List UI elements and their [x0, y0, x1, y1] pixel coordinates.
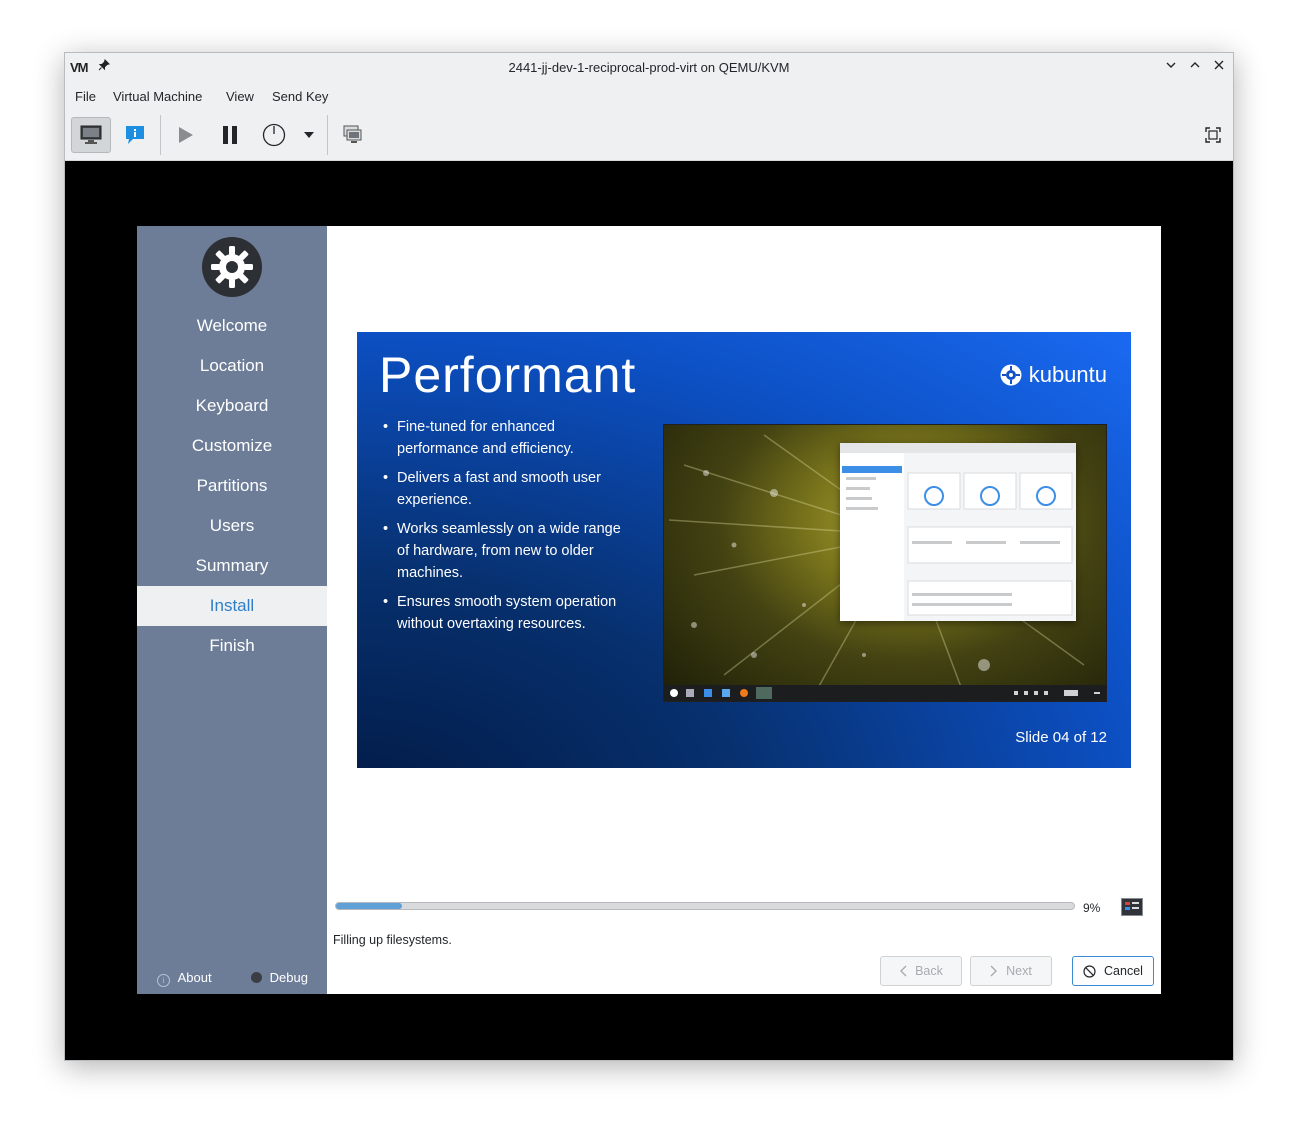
menu-send-key[interactable]: Send Key — [272, 89, 328, 104]
system-monitor-mock — [840, 443, 1076, 621]
menu-file[interactable]: File — [75, 89, 96, 104]
cancel-icon — [1083, 964, 1096, 978]
debug-label: Debug — [269, 970, 308, 985]
slide: Performant kubuntu • Fine-tuned for enha… — [357, 332, 1131, 768]
taskbar-icons — [670, 687, 1100, 699]
toolbar — [65, 111, 1233, 161]
shutdown-menu-button[interactable] — [291, 117, 327, 153]
caret-down-icon — [304, 132, 314, 138]
cancel-label: Cancel — [1104, 964, 1143, 978]
feature-item: Ensures smooth system operation without … — [383, 591, 629, 635]
cancel-button[interactable]: Cancel — [1072, 956, 1154, 986]
slide-title: Performant — [379, 347, 637, 403]
pause-button[interactable] — [210, 117, 250, 153]
desktop-taskbar — [664, 685, 1106, 701]
snapshots-button[interactable] — [333, 117, 373, 153]
next-label: Next — [1006, 964, 1032, 978]
chevron-right-icon — [990, 965, 998, 977]
snapshot-icon — [343, 125, 362, 143]
step-welcome: Welcome — [196, 316, 268, 335]
play-icon — [179, 127, 193, 143]
step-install: Install — [137, 586, 327, 626]
next-button[interactable]: Next — [970, 956, 1052, 986]
feature-item: Delivers a fast and smooth user experien… — [383, 467, 629, 511]
debug-button[interactable]: Debug — [251, 970, 308, 985]
monitor-icon — [80, 125, 102, 144]
feature-list: Fine-tuned for enhanced performance and … — [383, 416, 629, 642]
feature-item: Works seamlessly on a wide range of hard… — [383, 518, 629, 584]
run-button[interactable] — [165, 117, 205, 153]
debug-icon — [251, 972, 262, 983]
fullscreen-icon — [1205, 127, 1221, 143]
window-title: 2441-jj-dev-1-reciprocal-prod-virt on QE… — [508, 60, 790, 75]
step-users: Users — [209, 516, 255, 535]
title-bar[interactable]: VM 2441-jj-dev-1-reciprocal-prod-virt on… — [65, 53, 1233, 83]
step-location: Location — [199, 356, 265, 375]
step-customize: Customize — [191, 436, 273, 455]
step-summary: Summary — [195, 556, 269, 575]
menu-virtual-machine[interactable]: Virtual Machine — [113, 89, 202, 104]
kubuntu-brand: kubuntu — [1000, 362, 1107, 388]
maximize-icon[interactable] — [1186, 58, 1204, 76]
slideshow-area: Performant kubuntu • Fine-tuned for enha… — [333, 232, 1155, 878]
step-partitions: Partitions — [196, 476, 268, 495]
toolbar-separator — [160, 115, 161, 155]
desktop-screenshot — [663, 424, 1107, 702]
progress-fill — [336, 903, 403, 909]
terminal-icon — [1125, 902, 1139, 910]
installer-sidebar: Welcome Location Keyboard Customize Part… — [137, 226, 327, 994]
chevron-left-icon — [900, 965, 907, 977]
progress-percent: 9% — [1083, 901, 1101, 915]
info-bubble-icon — [126, 126, 144, 144]
toolbar-separator — [327, 115, 328, 155]
guest-display[interactable]: Welcome Location Keyboard Customize Part… — [137, 226, 1161, 994]
close-icon[interactable] — [1210, 58, 1228, 76]
brand-name: kubuntu — [1028, 362, 1107, 387]
about-button[interactable]: i About — [157, 970, 212, 987]
vm-viewer-window: VM 2441-jj-dev-1-reciprocal-prod-virt on… — [64, 52, 1234, 1061]
power-icon — [262, 123, 286, 147]
kubuntu-installer-logo — [201, 236, 263, 303]
back-label: Back — [915, 964, 943, 978]
slide-counter: Slide 04 of 12 — [1015, 729, 1107, 746]
system-monitor-window — [840, 443, 1076, 621]
about-label: About — [177, 970, 212, 985]
toggle-log-button[interactable] — [1121, 898, 1143, 916]
feature-item: Fine-tuned for enhanced performance and … — [383, 416, 629, 460]
minimize-icon[interactable] — [1162, 58, 1180, 76]
step-finish: Finish — [209, 636, 255, 655]
install-progress-bar — [335, 902, 1075, 910]
fullscreen-button[interactable] — [1193, 117, 1233, 153]
console-view-button[interactable] — [71, 117, 111, 153]
info-icon: i — [157, 974, 170, 987]
back-button[interactable]: Back — [880, 956, 962, 986]
pause-icon — [223, 126, 237, 144]
step-keyboard: Keyboard — [195, 396, 269, 415]
details-view-button[interactable] — [115, 117, 155, 153]
shutdown-button[interactable] — [254, 117, 294, 153]
install-status-text: Filling up filesystems. — [333, 933, 452, 947]
menu-view[interactable]: View — [226, 89, 254, 104]
menu-bar: File Virtual Machine View Send Key — [65, 83, 1233, 111]
kubuntu-logo-icon — [1000, 364, 1022, 386]
